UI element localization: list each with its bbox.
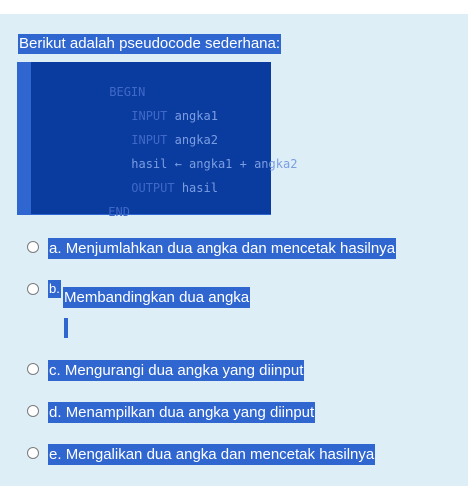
option-label: e. Mengalikan dua angka dan mencetak has… (48, 444, 376, 465)
pseudocode-block: BEGIN INPUT angka1 INPUT angka2 hasil ← … (31, 62, 297, 219)
radio-button[interactable] (27, 405, 39, 417)
page: Berikut adalah pseudocode sederhana: BEG… (0, 0, 468, 486)
option-c[interactable]: c. Mengurangi dua angka yang diinput (27, 360, 427, 382)
option-label: Membandingkan dua angka (63, 287, 251, 308)
code-keyword: OUTPUT (131, 181, 175, 195)
question-prompt: Berikut adalah pseudocode sederhana: (18, 34, 282, 54)
code-text: hasil (174, 181, 218, 195)
radio-button[interactable] (27, 241, 39, 253)
option-e[interactable]: e. Mengalikan dua angka dan mencetak has… (27, 444, 427, 466)
radio-button[interactable] (27, 447, 39, 459)
option-label: c. Mengurangi dua angka yang diinput (48, 360, 305, 381)
selection-caret (64, 318, 68, 338)
option-label: d. Menampilkan dua angka yang diinput (48, 402, 316, 423)
question-panel: Berikut adalah pseudocode sederhana: BEG… (0, 14, 468, 486)
code-keyword: END (108, 205, 130, 219)
radio-button[interactable] (27, 283, 39, 295)
code-block-frame: BEGIN INPUT angka1 INPUT angka2 hasil ← … (17, 62, 297, 219)
radio-button[interactable] (27, 363, 39, 375)
code-line-6: END (36, 188, 130, 236)
option-b[interactable]: b. Membandingkan dua angka (27, 280, 427, 340)
option-a[interactable]: a. Menjumlahkan dua angka dan mencetak h… (27, 238, 427, 260)
option-letter: b. (48, 280, 61, 298)
option-label: a. Menjumlahkan dua angka dan mencetak h… (48, 238, 397, 259)
option-d[interactable]: d. Menampilkan dua angka yang diinput (27, 402, 427, 424)
